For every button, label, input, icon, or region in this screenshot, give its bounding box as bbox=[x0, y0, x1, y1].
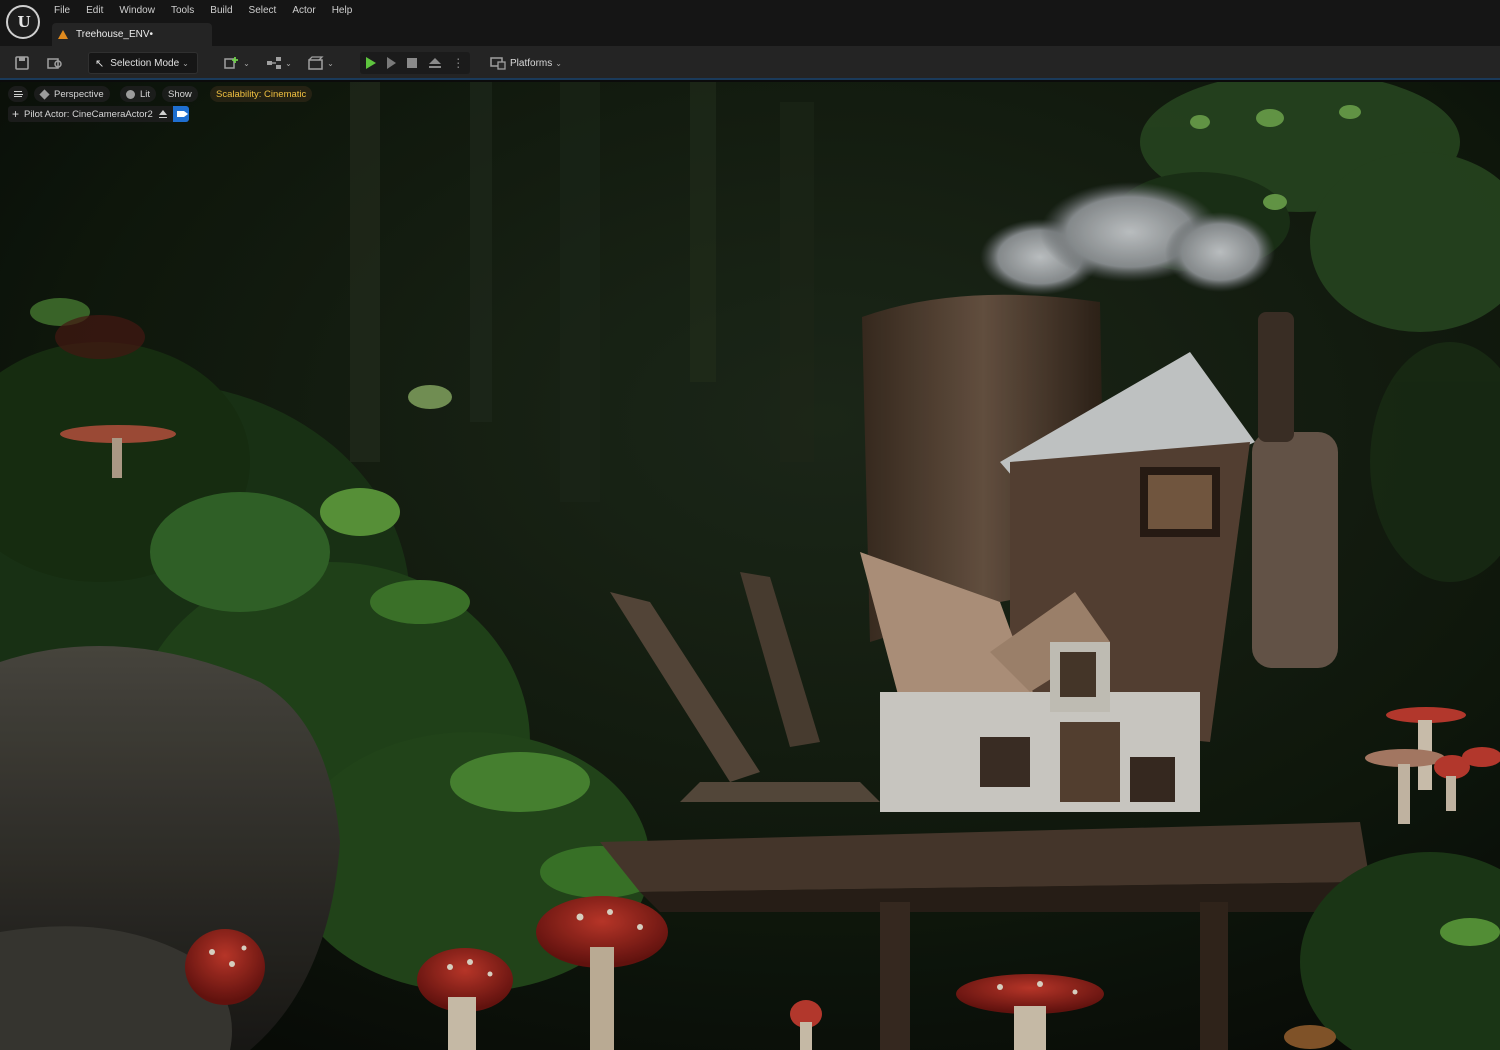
menu-bar: File Edit Window Tools Build Select Acto… bbox=[46, 0, 360, 22]
level-icon bbox=[58, 30, 68, 39]
add-actor-button[interactable]: ⌄ bbox=[222, 52, 252, 74]
title-bar: U File Edit Window Tools Build Select Ac… bbox=[0, 0, 1500, 46]
content-browser-button[interactable] bbox=[44, 52, 66, 74]
scalability-indicator[interactable]: Scalability: Cinematic bbox=[210, 86, 313, 102]
show-label: Show bbox=[168, 88, 192, 100]
chevron-down-icon: ⌄ bbox=[243, 58, 250, 68]
more-options-icon[interactable]: ⋮ bbox=[452, 56, 464, 70]
menu-window[interactable]: Window bbox=[111, 0, 163, 22]
pilot-actor-label: Pilot Actor: CineCameraActor2 bbox=[24, 108, 153, 120]
menu-build[interactable]: Build bbox=[202, 0, 240, 22]
level-tab-label: Treehouse_ENV• bbox=[76, 29, 154, 40]
chevron-down-icon: ⌄ bbox=[285, 58, 292, 68]
cursor-icon: ↖ bbox=[95, 57, 105, 70]
rendered-scene bbox=[0, 82, 1500, 1050]
menu-actor[interactable]: Actor bbox=[284, 0, 323, 22]
viewport-options-button[interactable] bbox=[8, 86, 28, 102]
platforms-label: Platforms bbox=[510, 57, 553, 69]
chevron-down-icon: ⌄ bbox=[182, 58, 189, 68]
menu-file[interactable]: File bbox=[46, 0, 78, 22]
viewport-perspective-button[interactable]: Perspective bbox=[34, 86, 110, 102]
pilot-move-icon: + bbox=[12, 107, 20, 121]
selection-mode-label: Selection Mode bbox=[110, 57, 180, 69]
play-icon[interactable] bbox=[365, 57, 376, 69]
add-actor-icon bbox=[224, 57, 239, 69]
lit-label: Lit bbox=[140, 88, 151, 100]
menu-help[interactable]: Help bbox=[324, 0, 361, 22]
scalability-label: Scalability: Cinematic bbox=[216, 88, 307, 100]
level-tab[interactable]: Treehouse_ENV• bbox=[52, 23, 212, 46]
eject-pilot-icon[interactable] bbox=[158, 110, 167, 118]
viewport-lit-button[interactable]: Lit bbox=[120, 86, 157, 102]
menu-edit[interactable]: Edit bbox=[78, 0, 111, 22]
pilot-actor-bar: + Pilot Actor: CineCameraActor2 bbox=[8, 106, 189, 122]
menu-select[interactable]: Select bbox=[241, 0, 285, 22]
save-button[interactable] bbox=[12, 52, 32, 74]
platforms-icon bbox=[490, 57, 506, 70]
viewport-show-button[interactable]: Show bbox=[162, 86, 198, 102]
menu-tools[interactable]: Tools bbox=[163, 0, 202, 22]
platforms-dropdown[interactable]: Platforms ⌄ bbox=[490, 52, 570, 74]
play-controls: ⋮ bbox=[360, 52, 470, 74]
eject-icon[interactable] bbox=[428, 58, 441, 68]
camera-icon[interactable] bbox=[172, 106, 189, 122]
cinematics-icon bbox=[308, 56, 324, 70]
hamburger-icon bbox=[14, 91, 23, 97]
content-browser-icon bbox=[47, 58, 62, 69]
stop-icon[interactable] bbox=[407, 58, 418, 68]
unreal-engine-logo-icon[interactable]: U bbox=[6, 5, 40, 39]
blueprint-button[interactable]: ⌄ bbox=[264, 52, 294, 74]
selection-mode-dropdown[interactable]: ↖ Selection Mode ⌄ bbox=[88, 52, 198, 74]
chevron-down-icon: ⌄ bbox=[555, 58, 562, 68]
chevron-down-icon: ⌄ bbox=[327, 58, 334, 68]
advance-frame-icon[interactable] bbox=[387, 57, 397, 69]
cinematics-button[interactable]: ⌄ bbox=[306, 52, 336, 74]
perspective-label: Perspective bbox=[54, 88, 104, 100]
blueprint-icon bbox=[267, 57, 282, 69]
save-icon bbox=[15, 56, 29, 70]
main-toolbar: ↖ Selection Mode ⌄ ⌄ ⌄ ⌄ ⋮ Platforms ⌄ bbox=[0, 46, 1500, 80]
level-viewport[interactable]: Perspective Lit Show Scalability: Cinema… bbox=[0, 82, 1500, 1050]
cube-icon bbox=[39, 88, 50, 100]
lit-sphere-icon bbox=[126, 89, 135, 99]
